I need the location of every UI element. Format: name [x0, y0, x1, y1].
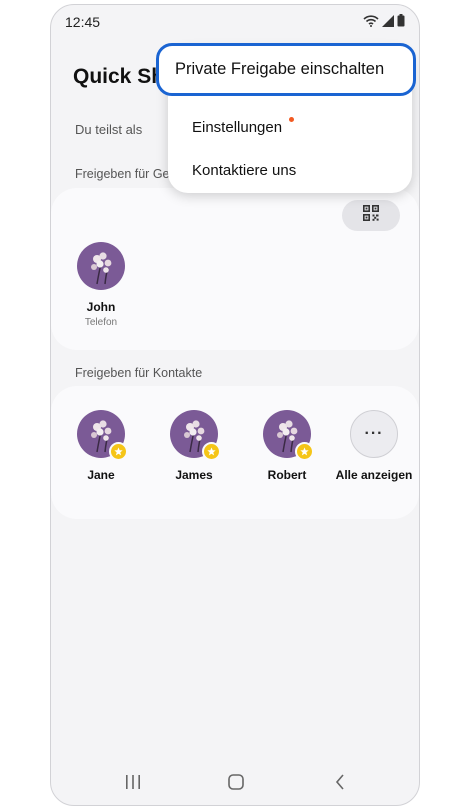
navigation-bar — [51, 757, 419, 805]
page-title: Quick Sh — [73, 65, 165, 88]
contact-robert[interactable]: Robert — [239, 410, 335, 482]
wifi-icon — [363, 14, 379, 32]
avatar — [77, 410, 128, 461]
more-icon: ··· — [350, 410, 398, 458]
status-time: 12:45 — [65, 14, 101, 30]
status-icons — [363, 14, 405, 32]
phone-screen: 12:45 Quick Sh Du teilst als Freigeben f… — [50, 4, 420, 806]
contact-james[interactable]: James — [146, 410, 242, 482]
qr-code-icon — [363, 205, 380, 226]
menu-item-contact-us[interactable]: Kontaktiere uns — [192, 162, 296, 179]
contact-name: Robert — [267, 468, 307, 482]
recents-icon[interactable] — [125, 775, 141, 794]
battery-icon — [397, 14, 405, 32]
status-bar: 12:45 — [51, 5, 419, 39]
contact-name: Jane — [87, 468, 115, 482]
show-all-label: Alle anzeigen — [335, 468, 413, 482]
menu-item-label: Private Freigabe einschalten — [175, 60, 385, 78]
favorite-star-icon — [109, 442, 128, 461]
menu-item-label: Einstellungen — [192, 119, 283, 136]
favorite-star-icon — [295, 442, 314, 461]
new-badge — [289, 117, 294, 122]
qr-code-button[interactable] — [342, 200, 400, 231]
nearby-devices-card: John Telefon — [51, 188, 419, 350]
show-all-contacts-button[interactable]: ··· Alle anzeigen — [326, 410, 419, 482]
nearby-device-john[interactable]: John Telefon — [53, 242, 149, 328]
menu-item-private-sharing[interactable]: Private Freigabe einschalten — [156, 43, 416, 96]
back-icon[interactable] — [335, 774, 345, 795]
home-icon[interactable] — [228, 774, 244, 795]
contacts-section-label: Freigeben für Kontakte — [75, 366, 203, 380]
contacts-card: Jane James Robert ··· Alle anzeigen — [51, 386, 419, 519]
signal-icon — [382, 14, 394, 32]
contact-name: James — [175, 468, 213, 482]
avatar — [263, 410, 314, 461]
device-name: John — [86, 300, 116, 314]
menu-item-label: Kontaktiere uns — [192, 162, 297, 179]
menu-item-settings[interactable]: Einstellungen — [192, 119, 282, 136]
avatar — [77, 242, 125, 290]
contact-jane[interactable]: Jane — [53, 410, 149, 482]
favorite-star-icon — [202, 442, 221, 461]
device-type: Telefon — [84, 317, 118, 328]
sharing-as-label: Du teilst als — [75, 122, 143, 137]
nearby-section-label: Freigeben für Ge — [75, 167, 170, 181]
avatar — [170, 410, 221, 461]
